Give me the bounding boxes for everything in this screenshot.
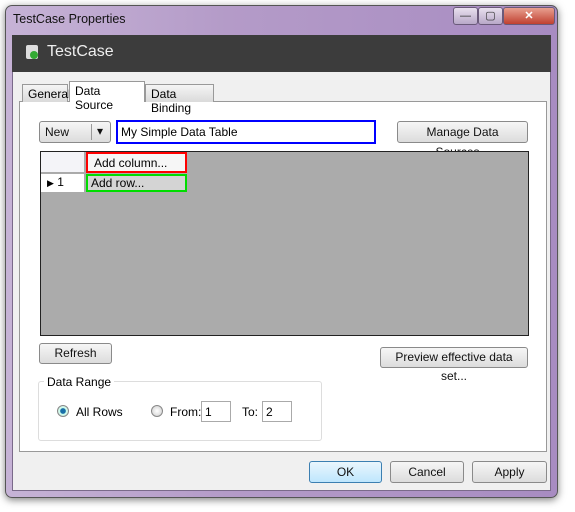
minimize-button[interactable]: — [453,7,478,25]
tab-data-binding[interactable]: Data Binding [145,84,214,115]
new-split-button[interactable]: New ▾ [39,121,111,143]
header-title: TestCase [47,43,114,60]
from-label: From: [170,405,202,419]
new-label: New [45,125,70,139]
grid-corner [41,152,85,173]
chevron-down-icon[interactable]: ▾ [91,124,103,140]
header-banner: TestCase [12,35,551,72]
apply-button[interactable]: Apply [472,461,547,483]
testcase-icon [26,45,38,59]
data-range-legend: Data Range [44,375,115,389]
row-number: 1 [57,175,64,189]
add-column-cell[interactable]: Add column... [86,152,187,173]
preview-data-set-button[interactable]: Preview effective data set... [380,347,528,383]
ok-button[interactable]: OK [309,461,382,483]
from-radio[interactable] [151,405,163,417]
add-row-cell[interactable]: Add row... [86,174,187,192]
from-input[interactable] [201,401,231,422]
close-button[interactable]: ✕ [503,7,555,25]
data-source-name-input[interactable] [116,120,376,144]
refresh-button[interactable]: Refresh [39,343,112,364]
window-title: TestCase Properties [13,12,126,26]
maximize-button[interactable]: ▢ [478,7,503,25]
tab-data-source[interactable]: Data Source [69,81,145,112]
manage-data-sources-button[interactable]: Manage Data Sources... [397,121,528,159]
tab-general[interactable]: General [22,84,71,102]
all-rows-label: All Rows [76,405,123,419]
all-rows-radio[interactable] [57,405,69,417]
row-indicator-icon: ▶ [47,178,54,188]
row-header[interactable]: ▶ 1 [41,174,85,192]
cancel-button[interactable]: Cancel [390,461,464,483]
to-label: To: [242,405,259,419]
data-grid[interactable]: Add column... ▶ 1 Add row... [40,151,529,336]
to-input[interactable] [262,401,292,422]
